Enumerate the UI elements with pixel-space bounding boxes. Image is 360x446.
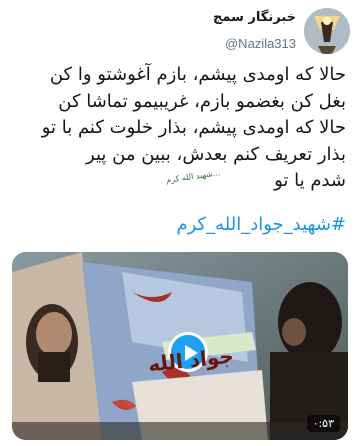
tweet-text-line: بذار تعریف کنم بعدش، ببین من پیر [86, 143, 346, 165]
tweet-text-line: حالا که اومدی پیشم، بذار خلوت کنم با تو [41, 117, 346, 138]
avatar[interactable] [304, 8, 350, 54]
tweet-text-line: بغل کن بغضمو بازم، غریبیمو تماشا کن [58, 90, 346, 112]
video-duration-badge: ۰:۵۳ [306, 415, 340, 432]
profile-picture-icon [304, 8, 350, 54]
user-handle[interactable]: @Nazila313 [225, 36, 296, 51]
display-name[interactable]: خبرنگار سمج [213, 10, 296, 25]
tweet-text-line: حالا که اومدی پیشم، بازم آغوشتو وا کن [49, 64, 346, 85]
video-player[interactable]: ۰:۵۳ [12, 252, 348, 440]
hashtag-link[interactable]: #شهید_جواد_الله_کرم [176, 214, 346, 235]
